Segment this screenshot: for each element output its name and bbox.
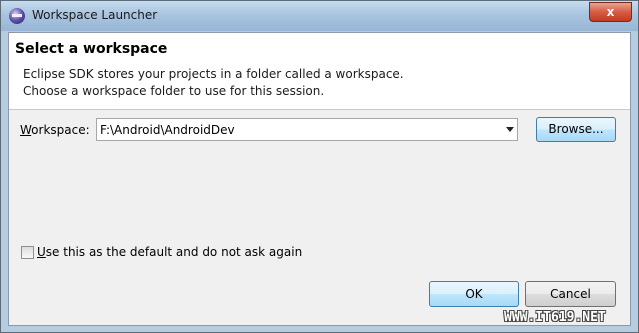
watermark-text: WWW.IT619.NET [504, 310, 606, 325]
eclipse-icon [9, 8, 25, 24]
workspace-combo[interactable] [96, 118, 518, 141]
workspace-label-text: orkspace: [31, 123, 90, 137]
default-workspace-checkbox[interactable] [21, 246, 34, 259]
default-workspace-checkbox-label[interactable]: Use this as the default and do not ask a… [37, 245, 302, 259]
dialog-content: Select a workspace Eclipse SDK stores yo… [8, 32, 631, 326]
close-button[interactable]: x [589, 2, 632, 22]
workspace-label: Workspace: [20, 123, 90, 137]
chevron-down-icon[interactable] [506, 127, 514, 132]
browse-button[interactable]: Browse... [536, 117, 616, 142]
window-title: Workspace Launcher [32, 8, 158, 22]
close-icon: x [606, 5, 615, 19]
dialog-description-line1: Eclipse SDK stores your projects in a fo… [23, 67, 404, 81]
workspace-launcher-window: Workspace Launcher x Select a workspace … [0, 0, 639, 333]
checkbox-label-text: se this as the default and do not ask ag… [45, 245, 303, 259]
dialog-heading: Select a workspace [15, 41, 168, 57]
dialog-description-line2: Choose a workspace folder to use for thi… [23, 84, 325, 98]
workspace-path-input[interactable] [100, 121, 490, 138]
dialog-header: Select a workspace Eclipse SDK stores yo… [9, 33, 630, 110]
workspace-label-mnemonic: W [20, 123, 32, 137]
title-bar[interactable]: Workspace Launcher x [1, 1, 638, 31]
ok-button[interactable]: OK [429, 281, 519, 307]
checkbox-label-mnemonic: U [37, 245, 46, 259]
cancel-button[interactable]: Cancel [525, 281, 616, 307]
